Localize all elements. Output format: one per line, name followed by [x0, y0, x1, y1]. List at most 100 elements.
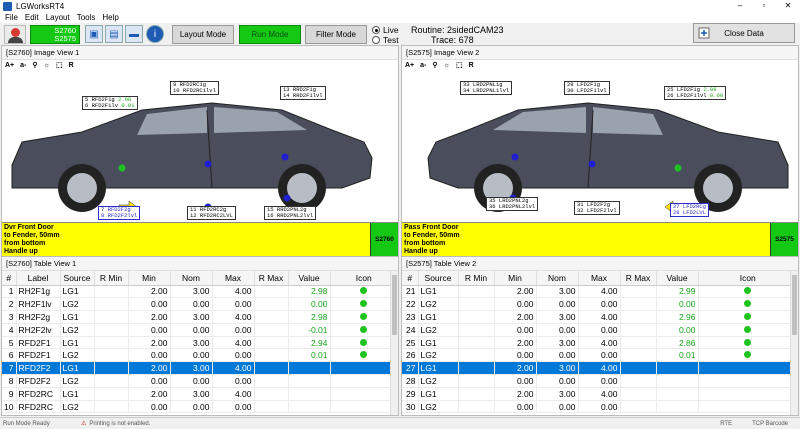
zoom-out-tool[interactable]: a-	[420, 62, 426, 69]
column-header[interactable]: Value	[288, 271, 331, 286]
zoom-in-tool[interactable]: A+	[405, 62, 414, 69]
column-header[interactable]: R Min	[94, 271, 129, 286]
table-row[interactable]: 3 RH2F2g LG1 2.00 3.00 4.00 2.98	[2, 310, 398, 324]
table-row[interactable]: 21 LG1 2.00 3.00 4.00 2.99	[402, 285, 798, 299]
cell-max: 4.00	[212, 387, 255, 401]
test-radio[interactable]: Test	[372, 35, 399, 45]
table-row[interactable]: 22 LG2 0.00 0.00 0.00 0.00	[402, 297, 798, 312]
point-label-9-10[interactable]: 9 RFD2RC1g 10 RFD2RC1lvl	[170, 81, 219, 95]
column-header[interactable]: R Max	[620, 271, 657, 286]
point-label-7-8[interactable]: 7 RFD2F2g 8 RFD2F2lvl	[98, 206, 141, 220]
run-mode-button[interactable]: Run Mode	[239, 25, 301, 44]
cell-r-max	[254, 310, 289, 324]
close-data-button[interactable]: Close Data	[693, 23, 795, 43]
menu-file[interactable]: File	[5, 13, 18, 22]
document-icon[interactable]: ▤	[105, 25, 123, 43]
filter-mode-button[interactable]: Filter Mode	[305, 25, 367, 44]
point-label-11-12[interactable]: 11 RFD2RC2g 12 RFD2RC2LVL	[187, 206, 236, 220]
brightness-tool[interactable]: ☼	[44, 62, 50, 69]
table-2-scrollbar[interactable]	[790, 271, 798, 415]
table-row[interactable]: 24 LG2 0.00 0.00 0.00 0.00	[402, 323, 798, 337]
table-row[interactable]: 23 LG1 2.00 3.00 4.00 2.96	[402, 310, 798, 324]
column-header[interactable]: Icon	[698, 271, 798, 286]
point-label-29-30[interactable]: 29 LFD2F1g 30 LFD2F1lvl	[564, 81, 610, 95]
table-row[interactable]: 2 RH2F1lv LG2 0.00 0.00 0.00 0.00	[2, 297, 398, 312]
station-status-box: S2760 S2575	[30, 25, 80, 44]
column-header[interactable]: Max	[578, 271, 621, 286]
table-1-scrollbar[interactable]	[390, 271, 398, 415]
menu-help[interactable]: Help	[102, 13, 118, 22]
zoom-in-tool[interactable]: A+	[5, 62, 14, 69]
point-label-33-34[interactable]: 33 LRD2PNL1g 34 LRD2PNL1lvl	[460, 81, 513, 95]
select-tool[interactable]: ⬚	[56, 61, 63, 69]
cell-nom: 3.00	[536, 361, 579, 376]
cell-icon	[330, 400, 398, 414]
point-label-27-28[interactable]: 27 LFD2RCg 28 LFD2LVL	[670, 203, 710, 217]
point-label-31-32[interactable]: 31 LFD2F2g 32 LFD2F2lvl	[574, 201, 620, 215]
select-tool[interactable]: ⬚	[456, 61, 463, 69]
menu-layout[interactable]: Layout	[46, 13, 70, 22]
brightness-tool[interactable]: ☼	[444, 62, 450, 69]
column-header[interactable]: Source	[60, 271, 95, 286]
routine-label: Routine: 2sidedCAM23	[411, 25, 504, 35]
reset-tool[interactable]: R	[69, 62, 74, 69]
column-header[interactable]: Min	[494, 271, 537, 286]
table-row[interactable]: 28 LG2 0.00 0.00 0.00	[402, 374, 798, 388]
menu-edit[interactable]: Edit	[25, 13, 39, 22]
column-header[interactable]: Value	[656, 271, 699, 286]
user-avatar-icon[interactable]	[4, 25, 26, 44]
table-row[interactable]: 7 RFD2F2 LG1 2.00 3.00 4.00	[2, 361, 398, 376]
column-header[interactable]: Max	[212, 271, 255, 286]
reset-tool[interactable]: R	[469, 62, 474, 69]
column-header[interactable]: Label	[16, 271, 61, 286]
minimize-button[interactable]: –	[728, 0, 752, 12]
table-row[interactable]: 30 LG2 0.00 0.00 0.00	[402, 400, 798, 414]
layout-mode-button[interactable]: Layout Mode	[172, 25, 234, 44]
column-header[interactable]: #	[2, 271, 17, 286]
table-row[interactable]: 1 RH2F1g LG1 2.00 3.00 4.00 2.98	[2, 285, 398, 299]
column-header[interactable]: Min	[128, 271, 171, 286]
column-header[interactable]: R Max	[254, 271, 289, 286]
table-row[interactable]: 5 RFD2F1 LG1 2.00 3.00 4.00 2.94	[2, 336, 398, 350]
cell-icon	[698, 361, 798, 376]
pin-tool[interactable]: ⚲	[432, 61, 437, 69]
column-header[interactable]: Icon	[330, 271, 398, 286]
point-label-25-26[interactable]: 25 LFD2F1g 2.99 26 LFD2F1lvl 0.00	[664, 86, 727, 100]
cell-icon	[330, 374, 398, 388]
cell-value: 2.98	[288, 310, 331, 324]
menu-tools[interactable]: Tools	[77, 13, 96, 22]
table-row[interactable]: 27 LG1 2.00 3.00 4.00	[402, 361, 798, 376]
table-row[interactable]: 10 RFD2RC LG2 0.00 0.00 0.00	[2, 400, 398, 414]
label-name: 10 RFD2RC1lvl	[173, 87, 216, 94]
table-row[interactable]: 4 RH2F2lv LG2 0.00 0.00 0.00 -0.01	[2, 323, 398, 337]
maximize-button[interactable]: ▫	[752, 0, 776, 12]
pin-tool[interactable]: ⚲	[32, 61, 37, 69]
table-row[interactable]: 8 RFD2F2 LG2 0.00 0.00 0.00	[2, 374, 398, 388]
scroll-thumb[interactable]	[792, 275, 797, 335]
cell-source: LG2	[60, 374, 95, 388]
column-header[interactable]: Nom	[170, 271, 213, 286]
table-row[interactable]: 29 LG1 2.00 3.00 4.00	[402, 387, 798, 401]
column-header[interactable]: #	[402, 271, 419, 286]
point-label-35-36[interactable]: 35 LRD2PNL2g 36 LRD2PNL2lvl	[486, 197, 539, 211]
point-label-13-14[interactable]: 13 RRD2F1g 14 RRD2F1lvl	[280, 86, 326, 100]
info-icon[interactable]: i	[146, 25, 164, 43]
folder-icon[interactable]: ▬	[125, 25, 143, 43]
close-window-button[interactable]: ✕	[776, 0, 800, 12]
scroll-thumb[interactable]	[392, 275, 397, 335]
save-icon[interactable]: ▣	[85, 25, 103, 43]
point-label-15-16[interactable]: 15 RRD2PNL2g 16 RRD2PNL2lvl	[264, 206, 317, 220]
cell-icon	[330, 285, 398, 299]
table-row[interactable]: 6 RFD2F1 LG2 0.00 0.00 0.00 0.01	[2, 348, 398, 363]
column-header[interactable]: Source	[418, 271, 459, 286]
column-header[interactable]: Nom	[536, 271, 579, 286]
point-label-5-6[interactable]: 5 RFD2F1g 2.98 6 RFD2F1lv 0.01	[82, 96, 138, 110]
table-row[interactable]: 9 RFD2RC LG1 2.00 3.00 4.00	[2, 387, 398, 401]
column-header[interactable]: R Min	[458, 271, 495, 286]
cell-value: 0.00	[656, 323, 699, 337]
live-radio[interactable]: Live	[372, 25, 399, 35]
table-row[interactable]: 26 LG2 0.00 0.00 0.00 0.01	[402, 348, 798, 363]
table-row[interactable]: 25 LG1 2.00 3.00 4.00 2.86	[402, 336, 798, 350]
zoom-out-tool[interactable]: a-	[20, 62, 26, 69]
cell-nom: 0.00	[170, 323, 213, 337]
